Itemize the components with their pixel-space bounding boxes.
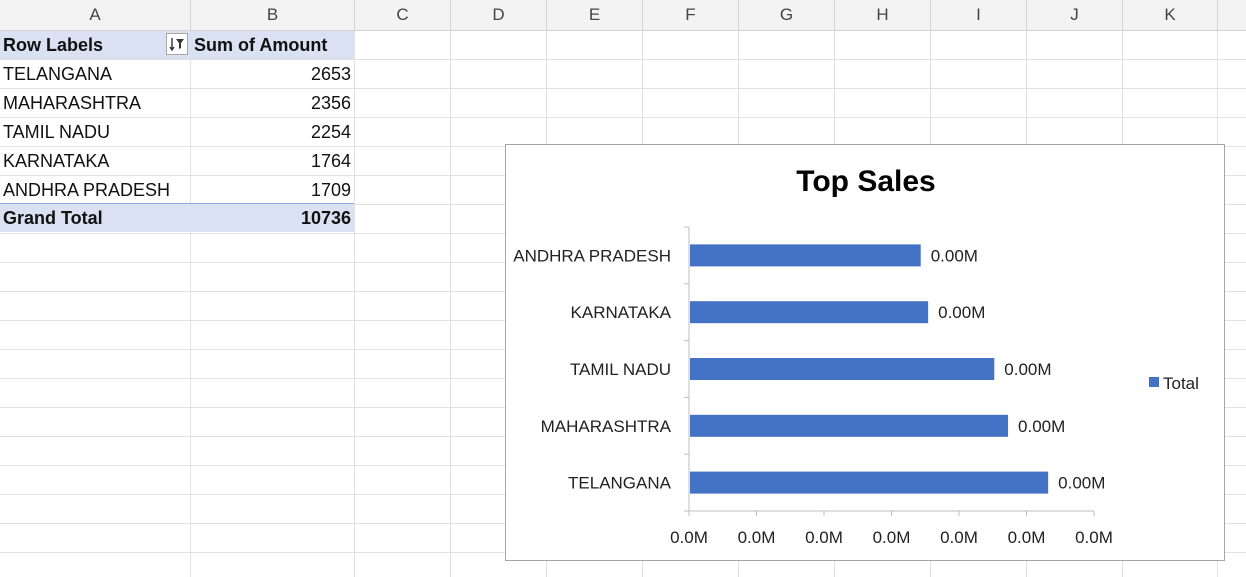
value-tick-label: 0.0M (1008, 528, 1046, 547)
value-tick-label: 0.0M (738, 528, 776, 547)
pivot-row-value[interactable]: 2254 (191, 118, 354, 146)
grand-total-label[interactable]: Grand Total (0, 204, 190, 232)
filter-sort-icon (169, 38, 184, 52)
bar (690, 244, 921, 267)
category-label: TELANGANA (568, 474, 672, 493)
category-label: TAMIL NADU (570, 360, 671, 379)
column-header-k[interactable]: K (1123, 0, 1218, 31)
pivot-row-label[interactable]: MAHARASHTRA (0, 89, 190, 117)
sum-of-amount-header[interactable]: Sum of Amount (191, 31, 354, 59)
row-labels-header[interactable]: Row Labels (0, 31, 190, 59)
data-label: 0.00M (938, 303, 985, 322)
pivot-row-label[interactable]: KARNATAKA (0, 147, 190, 175)
data-label: 0.00M (1058, 474, 1105, 493)
column-header-j[interactable]: J (1027, 0, 1123, 31)
legend-swatch (1149, 377, 1159, 387)
pivot-row-label[interactable]: ANDHRA PRADESH (0, 176, 190, 204)
column-header-b[interactable]: B (191, 0, 355, 31)
bar (690, 414, 1009, 437)
column-header-overflow[interactable] (1218, 0, 1246, 31)
column-gridline (354, 31, 355, 577)
pivot-row-value[interactable]: 1709 (191, 176, 354, 204)
column-header-e[interactable]: E (547, 0, 643, 31)
filter-sort-button[interactable] (166, 33, 188, 55)
data-label: 0.00M (931, 246, 978, 265)
category-label: MAHARASHTRA (541, 417, 672, 436)
grand-total-value[interactable]: 10736 (191, 204, 354, 232)
category-label: KARNATAKA (571, 303, 672, 322)
pivot-row-value[interactable]: 2653 (191, 60, 354, 88)
pivot-row-value[interactable]: 1764 (191, 147, 354, 175)
data-label: 0.00M (1018, 417, 1065, 436)
top-sales-chart[interactable]: Top Sales 0.0M 0.0M 0.0M 0.0M 0.0M 0.0M 0.0M AN… (505, 144, 1225, 561)
column-gridline (450, 31, 451, 577)
pivot-row-value[interactable]: 2356 (191, 89, 354, 117)
column-header-g[interactable]: G (739, 0, 835, 31)
column-header-c[interactable]: C (355, 0, 451, 31)
bar (690, 301, 929, 324)
bar (690, 358, 995, 380)
column-header-a[interactable]: A (0, 0, 191, 31)
value-tick-label: 0.0M (670, 528, 708, 547)
column-header-f[interactable]: F (643, 0, 739, 31)
plot-area: 0.0M 0.0M 0.0M 0.0M 0.0M 0.0M 0.0M ANDHRA PRADE… (513, 226, 1199, 547)
legend-label: Total (1163, 374, 1199, 393)
value-tick-label: 0.0M (805, 528, 843, 547)
value-tick-label: 0.0M (940, 528, 978, 547)
chart-canvas: Top Sales 0.0M 0.0M 0.0M 0.0M 0.0M 0.0M 0.0M AN… (513, 165, 1199, 547)
column-header-h[interactable]: H (835, 0, 931, 31)
column-header-d[interactable]: D (451, 0, 547, 31)
category-label: ANDHRA PRADESH (513, 246, 671, 265)
value-tick-label: 0.0M (1075, 528, 1113, 547)
bar (690, 471, 1049, 494)
pivot-row-label[interactable]: TELANGANA (0, 60, 190, 88)
column-header-i[interactable]: I (931, 0, 1027, 31)
pivot-row-label[interactable]: TAMIL NADU (0, 118, 190, 146)
chart-title[interactable]: Top Sales (796, 165, 935, 198)
data-label: 0.00M (1004, 360, 1051, 379)
value-tick-label: 0.0M (873, 528, 911, 547)
